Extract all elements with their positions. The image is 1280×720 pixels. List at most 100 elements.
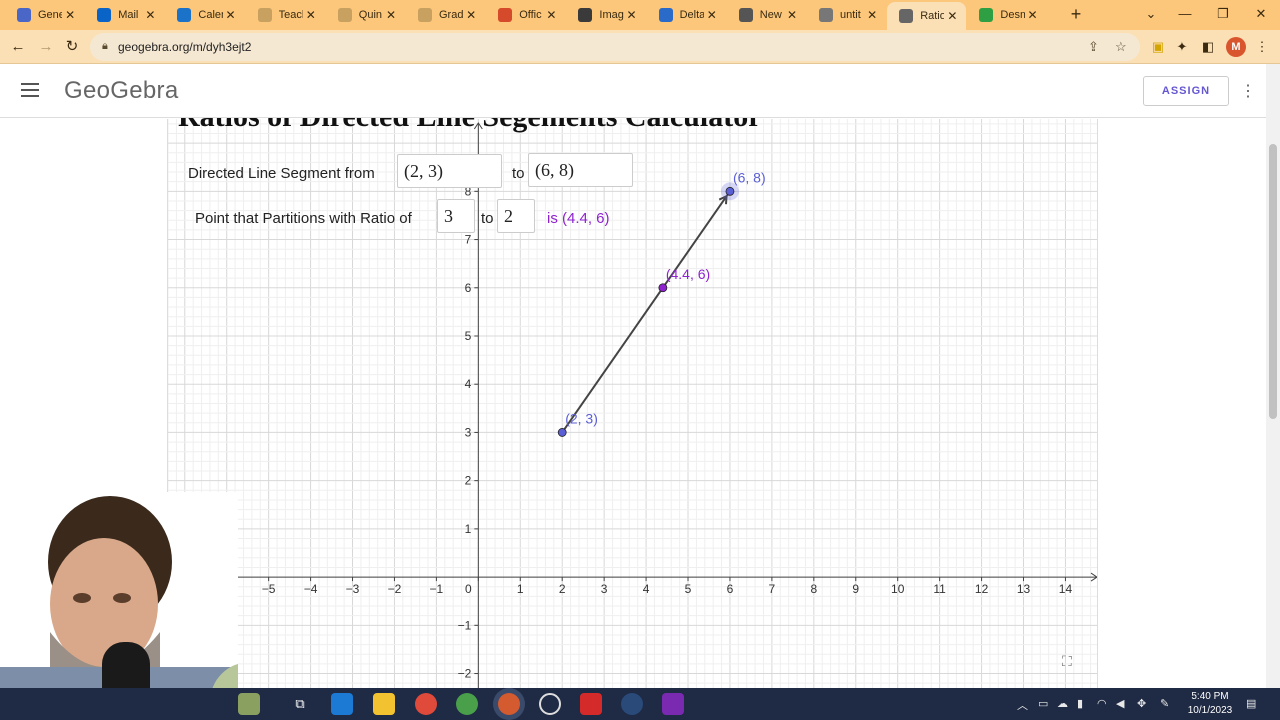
profile-avatar[interactable]: M — [1226, 37, 1246, 57]
file-explorer-icon[interactable] — [373, 693, 395, 715]
chrome-alt-icon[interactable] — [456, 693, 478, 715]
outlook-icon — [97, 8, 112, 22]
tab-close-icon[interactable]: ✕ — [864, 8, 880, 22]
point-marker[interactable] — [557, 428, 567, 437]
chrome-icon[interactable] — [415, 693, 437, 715]
tab-close-icon[interactable]: ✕ — [303, 8, 319, 22]
x-tick-label: 4 — [643, 582, 650, 596]
ratio-a-input[interactable]: 3 — [437, 199, 475, 233]
taskbar-clock[interactable]: 5:40 PM 10/1/2023 — [1180, 690, 1240, 718]
tab-close-icon[interactable]: ✕ — [543, 8, 559, 22]
tray-device-icon[interactable]: ▭ — [1038, 697, 1048, 710]
puzzle-icon[interactable]: ✦ — [1172, 37, 1192, 57]
restore-button[interactable]: ❐ — [1208, 4, 1238, 24]
x-tick-label: −1 — [430, 582, 444, 596]
tab-label: untit — [840, 9, 861, 21]
tab-label: Quin — [358, 9, 383, 21]
wifi-icon[interactable]: ◠ — [1097, 697, 1107, 710]
tab-close-icon[interactable]: ✕ — [704, 8, 720, 22]
reload-icon[interactable]: ↻ — [62, 37, 82, 57]
onedrive-icon[interactable]: ☁ — [1057, 697, 1068, 710]
mail-app-icon[interactable] — [331, 693, 353, 715]
back-arrow-icon[interactable]: ← — [8, 37, 28, 57]
graph-view[interactable]: −7−6−5−4−3−2−101234567891011121314−2−112… — [168, 119, 1098, 688]
acrobat-icon[interactable] — [580, 693, 602, 715]
globe-icon — [337, 8, 352, 22]
tab-close-icon[interactable]: ✕ — [1025, 8, 1041, 22]
onenote-icon[interactable] — [662, 693, 684, 715]
y-tick-label: 4 — [465, 377, 472, 391]
point-label: (2, 3) — [565, 410, 598, 426]
browser-tab[interactable]: Gene ✕ — [5, 2, 84, 28]
chrome-profile-icon[interactable] — [498, 693, 520, 715]
volume-icon[interactable]: ◀ — [1116, 697, 1124, 710]
task-view-icon[interactable]: ⧉ — [289, 693, 311, 715]
tab-close-icon[interactable]: ✕ — [62, 8, 78, 22]
pen-icon[interactable]: ✎ — [1160, 697, 1169, 710]
tab-label: New — [759, 9, 782, 21]
y-tick-label: 6 — [465, 281, 472, 295]
ratio-b-input[interactable]: 2 — [497, 199, 535, 233]
browser-tab[interactable]: Ratio ✕ — [887, 2, 967, 30]
x-tick-label: 5 — [685, 582, 692, 596]
point-marker[interactable] — [725, 186, 735, 196]
tab-search-chevron-icon[interactable]: ⌄ — [1136, 4, 1166, 24]
browser-tab[interactable]: Quin ✕ — [326, 2, 405, 28]
browser-tab[interactable]: Mail ✕ — [85, 2, 164, 28]
browser-tab[interactable]: Imag ✕ — [566, 2, 645, 28]
fullscreen-icon[interactable]: ⛶ — [1062, 653, 1072, 670]
x-tick-label: 13 — [1017, 582, 1031, 596]
notifications-icon[interactable]: ▤ — [1246, 697, 1256, 710]
bookmark-star-icon[interactable]: ☆ — [1115, 39, 1127, 55]
browser-tab[interactable]: Calen✕ — [165, 2, 244, 28]
ratio-to-label: to — [481, 210, 494, 227]
tab-close-icon[interactable]: ✕ — [944, 9, 960, 23]
dropbox-icon[interactable]: ✥ — [1137, 697, 1146, 710]
minimize-button[interactable]: — — [1170, 4, 1200, 24]
steam-icon[interactable] — [621, 693, 643, 715]
browser-tab[interactable]: Teach✕ — [246, 2, 325, 28]
browser-tab[interactable]: Desm ✕ — [967, 2, 1046, 28]
tab-close-icon[interactable]: ✕ — [784, 8, 800, 22]
partition-label: Point that Partitions with Ratio of — [195, 210, 412, 227]
tab-close-icon[interactable]: ✕ — [223, 8, 239, 22]
browser-tab[interactable]: New ✕ — [727, 2, 806, 28]
point-marker[interactable] — [658, 283, 668, 293]
to-point-input[interactable]: (6, 8) — [528, 153, 633, 187]
app-icon-tile[interactable] — [238, 693, 260, 715]
webcam-overlay — [0, 492, 238, 720]
x-tick-label: 10 — [891, 582, 905, 596]
tab-close-icon[interactable]: ✕ — [463, 8, 479, 22]
browser-tab[interactable]: Offic ✕ — [486, 2, 565, 28]
close-window-button[interactable]: ✕ — [1246, 4, 1276, 24]
browser-tab[interactable]: Grad ✕ — [406, 2, 485, 28]
new-tab-button[interactable]: + — [1066, 4, 1086, 24]
browser-tab[interactable]: Delta ✕ — [647, 2, 726, 28]
tab-close-icon[interactable]: ✕ — [142, 8, 158, 22]
assign-button[interactable]: ASSIGN — [1143, 76, 1229, 106]
hamburger-menu-icon[interactable] — [21, 83, 39, 97]
extension-badge-icon[interactable]: ▣ — [1148, 37, 1168, 57]
screen-recorder-icon[interactable] — [539, 693, 561, 715]
delta-icon — [658, 8, 673, 22]
tab-close-icon[interactable]: ✕ — [624, 8, 640, 22]
share-icon[interactable]: ⇪ — [1088, 39, 1099, 55]
browser-tab[interactable]: untit ✕ — [807, 2, 886, 28]
address-bar[interactable]: 🔒︎ geogebra.org/m/dyh3ejt2 ⇪ ☆ — [90, 33, 1140, 61]
browser-menu-icon[interactable]: ⋮ — [1252, 37, 1272, 57]
tab-close-icon[interactable]: ✕ — [383, 8, 399, 22]
x-tick-label: 7 — [769, 582, 776, 596]
geogebra-header: GeoGebra ASSIGN ⋮ — [0, 64, 1266, 118]
calendar-icon — [177, 8, 192, 22]
more-options-icon[interactable]: ⋮ — [1240, 81, 1256, 101]
page-scrollbar[interactable] — [1266, 64, 1280, 688]
globe-icon — [819, 8, 833, 22]
tray-chevron-icon[interactable]: ︿ — [1017, 697, 1028, 713]
y-tick-label: 3 — [465, 425, 472, 439]
mic-icon[interactable]: ▮ — [1077, 697, 1083, 710]
geogebra-logo[interactable]: GeoGebra — [64, 77, 178, 105]
side-panel-icon[interactable]: ◧ — [1198, 37, 1218, 57]
forward-arrow-icon[interactable]: → — [36, 37, 56, 57]
from-point-input[interactable]: (2, 3) — [397, 154, 502, 188]
geogebra-applet[interactable]: −7−6−5−4−3−2−101234567891011121314−2−112… — [167, 119, 1098, 688]
